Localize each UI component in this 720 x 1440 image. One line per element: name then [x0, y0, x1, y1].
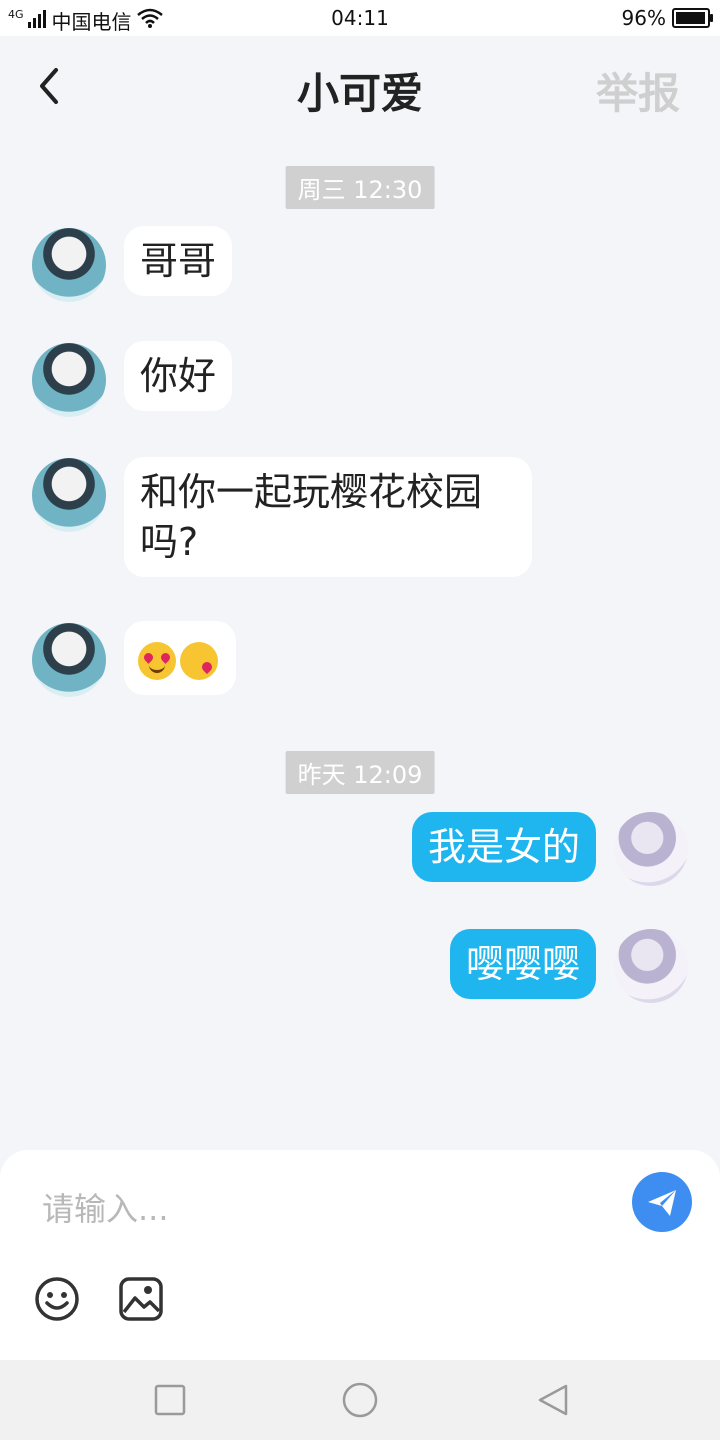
incoming-message: 哥哥 — [124, 226, 233, 296]
incoming-emoji-message — [124, 621, 236, 695]
contact-avatar[interactable] — [32, 343, 106, 417]
status-bar: 4G 中国电信 04:11 96% — [0, 0, 720, 36]
paper-plane-icon — [648, 1190, 676, 1216]
outgoing-message: 我是女的 — [411, 812, 596, 882]
chat-header: 小可爱 举报 — [0, 36, 720, 136]
square-icon — [154, 1384, 186, 1416]
battery-level — [676, 12, 705, 24]
send-button[interactable] — [632, 1172, 692, 1232]
contact-avatar[interactable] — [32, 623, 106, 697]
contact-avatar[interactable] — [32, 458, 106, 532]
message-input[interactable]: 请输入... — [42, 1184, 169, 1230]
timestamp: 周三 12:30 — [285, 166, 435, 209]
battery-percent: 96% — [621, 6, 666, 30]
image-button[interactable] — [118, 1276, 164, 1322]
input-panel: 请输入... — [0, 1150, 720, 1360]
emoji-button[interactable] — [34, 1276, 80, 1322]
my-avatar[interactable] — [614, 812, 688, 886]
contact-avatar[interactable] — [32, 228, 106, 302]
heart-eyes-emoji — [138, 641, 176, 680]
smiley-icon — [35, 1277, 79, 1321]
report-button[interactable]: 举报 — [596, 60, 680, 121]
incoming-message: 你好 — [124, 341, 233, 411]
back-nav-button[interactable] — [532, 1380, 572, 1420]
triangle-back-icon — [538, 1384, 568, 1416]
status-right: 96% — [621, 6, 713, 30]
home-button[interactable] — [340, 1380, 380, 1420]
system-nav-bar — [0, 1360, 720, 1440]
image-icon — [119, 1277, 163, 1321]
timestamp: 昨天 12:09 — [285, 751, 435, 794]
my-avatar[interactable] — [614, 929, 688, 1003]
recents-button[interactable] — [150, 1380, 190, 1420]
battery-icon — [672, 8, 713, 28]
kiss-emoji — [180, 641, 218, 680]
circle-icon — [342, 1382, 378, 1418]
clock: 04:11 — [331, 6, 389, 30]
incoming-message: 和你一起玩樱花校园吗? — [124, 457, 532, 577]
outgoing-message: 嘤嘤嘤 — [449, 929, 596, 999]
